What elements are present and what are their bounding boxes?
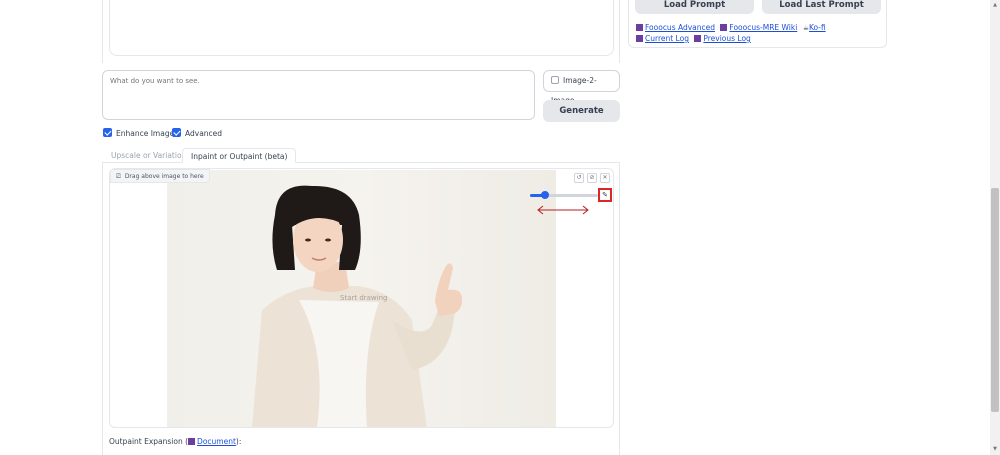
resize-arrow-icon <box>537 205 589 215</box>
enhance-image-option[interactable]: Enhance Image <box>103 128 174 138</box>
book-icon <box>188 438 196 445</box>
link-fooocus-advanced[interactable]: Fooocus Advanced <box>645 23 715 32</box>
prompt-box <box>102 70 535 120</box>
scrollbar-thumb[interactable] <box>991 188 999 412</box>
drag-image-label: ⎚ Drag above image to here <box>110 169 210 183</box>
start-drawing-hint: Start drawing <box>340 294 388 302</box>
advanced-checkbox[interactable] <box>172 128 181 137</box>
image2image-toggle[interactable]: Image-2-Image <box>543 70 620 105</box>
links-row-2: Current Log Previous Log <box>636 34 751 43</box>
gallery-output-area <box>109 0 614 56</box>
enhance-image-label: Enhance Image <box>116 129 175 138</box>
scroll-down-icon[interactable]: ▼ <box>991 446 999 452</box>
outpaint-suffix: ): <box>235 437 242 446</box>
book-icon <box>636 35 643 42</box>
load-prompt-button[interactable]: Load Prompt <box>635 0 754 14</box>
enhance-image-checkbox[interactable] <box>103 128 112 137</box>
link-ko-fi[interactable]: Ko-fi <box>809 23 826 32</box>
brush-size-slider-thumb[interactable] <box>540 191 549 199</box>
advanced-option[interactable]: Advanced <box>172 128 222 138</box>
tab-upscale-variation[interactable]: Upscale or Variation <box>103 148 194 163</box>
image2image-checkbox[interactable] <box>551 76 559 84</box>
upload-icon: ⎚ <box>116 173 121 180</box>
close-icon[interactable]: ✕ <box>600 173 610 183</box>
right-panel: Load Prompt Load Last Prompt Fooocus Adv… <box>628 0 887 48</box>
brush-icon[interactable]: ✎ <box>598 188 612 202</box>
outpaint-document-link[interactable]: Document <box>197 437 236 446</box>
tab-inpaint-outpaint[interactable]: Inpaint or Outpaint (beta) <box>182 148 297 163</box>
clear-icon[interactable]: ⊘ <box>587 173 597 183</box>
links-row-1: Fooocus Advanced Fooocus-MRE Wiki ☕Ko-fi <box>636 23 826 32</box>
advanced-label: Advanced <box>185 129 223 138</box>
book-icon <box>694 35 702 42</box>
drag-label-text: Drag above image to here <box>124 173 204 180</box>
scroll-up-icon[interactable]: ▲ <box>991 2 999 8</box>
link-fooocus-mre-wiki[interactable]: Fooocus-MRE Wiki <box>729 23 797 32</box>
prompt-input[interactable] <box>110 77 527 113</box>
link-previous-log[interactable]: Previous Log <box>703 34 750 43</box>
outpaint-expansion-label: Outpaint Expansion ( Document): <box>109 437 241 446</box>
undo-icon[interactable]: ↺ <box>574 173 584 183</box>
load-last-prompt-button[interactable]: Load Last Prompt <box>762 0 881 14</box>
book-icon <box>720 24 728 31</box>
outpaint-prefix: Outpaint Expansion ( <box>109 437 189 446</box>
inpaint-image-editor[interactable]: ⎚ Drag above image to here ↺ ⊘ ✕ ✎ Start … <box>109 168 614 428</box>
link-current-log[interactable]: Current Log <box>645 34 689 43</box>
generate-button[interactable]: Generate <box>543 100 620 122</box>
book-icon <box>636 24 643 31</box>
